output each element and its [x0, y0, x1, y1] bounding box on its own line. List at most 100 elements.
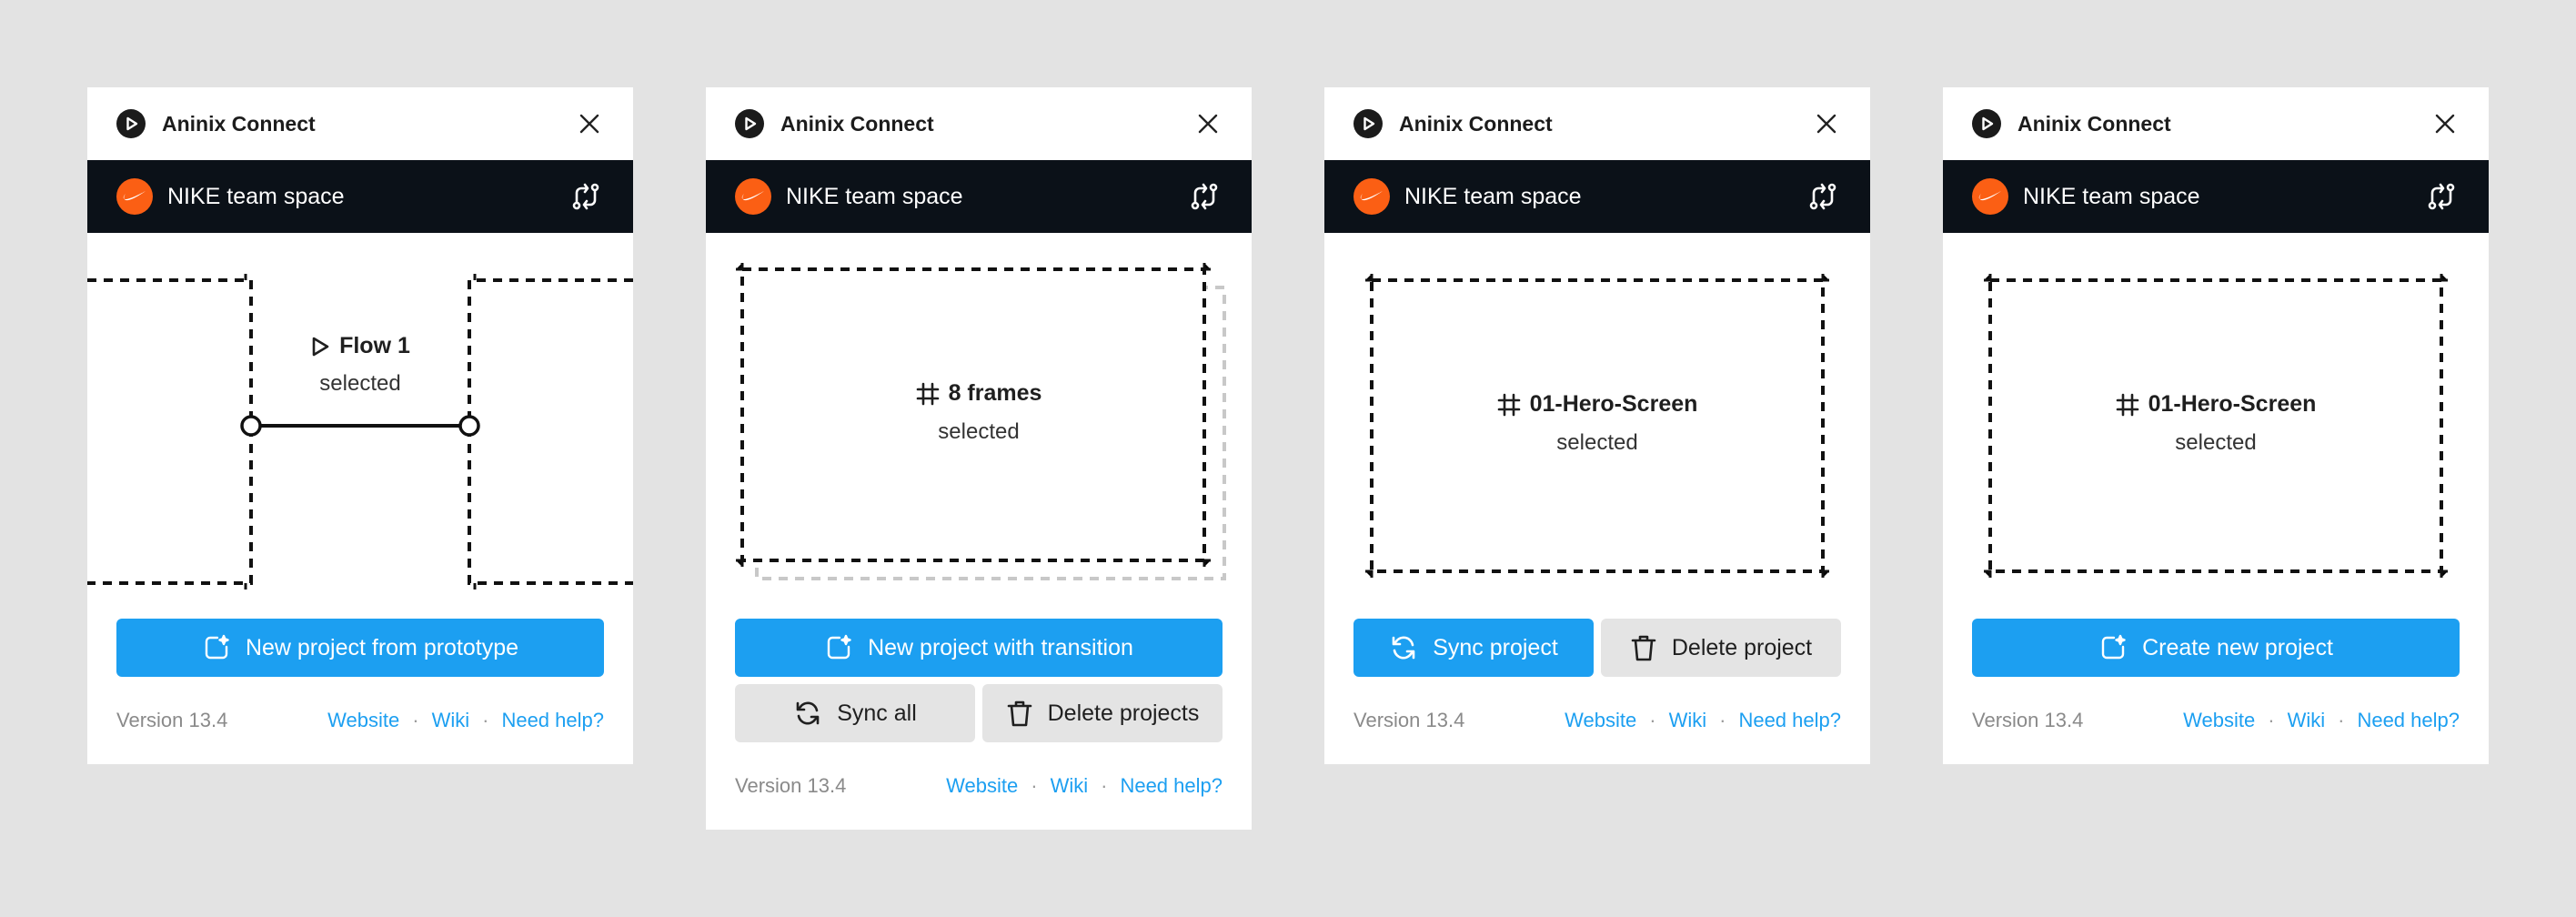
switch-team-button[interactable] — [1805, 178, 1841, 215]
button-label: Sync project — [1433, 634, 1558, 660]
version-label: Version 13.4 — [1972, 709, 2084, 731]
close-icon — [2435, 114, 2455, 134]
title-bar: Aninix Connect — [1324, 87, 1870, 160]
delete-project-button[interactable]: Delete project — [1601, 619, 1841, 677]
button-label: Sync all — [837, 700, 917, 726]
new-project-icon — [2101, 634, 2126, 660]
plugin-panel-flow: Aninix Connect NIKE team space Flow 1 se… — [87, 87, 633, 764]
flow-start-node — [240, 415, 262, 437]
trash-icon — [1007, 700, 1031, 727]
button-label: New project from prototype — [245, 634, 519, 660]
version-label: Version 13.4 — [116, 709, 228, 731]
app-title: Aninix Connect — [162, 111, 316, 136]
plugin-panel-new-project: Aninix Connect NIKE team space 01-Hero-S… — [1943, 87, 2489, 764]
title-bar: Aninix Connect — [1943, 87, 2489, 160]
nike-logo-icon — [116, 178, 153, 215]
nike-logo-icon — [1972, 178, 2008, 215]
selection-status: selected — [1556, 429, 1638, 455]
team-bar: NIKE team space — [1324, 160, 1870, 233]
need-help-link[interactable]: Need help? — [1120, 774, 1223, 798]
separator: · — [1719, 709, 1726, 731]
separator: · — [1101, 774, 1108, 797]
separator: · — [482, 709, 489, 731]
close-button[interactable] — [1193, 109, 1223, 138]
plugin-panel-existing-project: Aninix Connect NIKE team space 01-Hero-S… — [1324, 87, 1870, 764]
team-bar: NIKE team space — [706, 160, 1252, 233]
frame-icon — [916, 382, 939, 405]
title-bar: Aninix Connect — [87, 87, 633, 160]
frame-icon — [2116, 393, 2138, 416]
need-help-link[interactable]: Need help? — [2357, 709, 2460, 732]
wiki-link[interactable]: Wiki — [1669, 709, 1707, 732]
title-bar: Aninix Connect — [706, 87, 1252, 160]
selection-label: Flow 1 selected — [87, 333, 633, 397]
selection-name: 8 frames — [948, 380, 1042, 406]
team-name: NIKE team space — [786, 183, 963, 209]
selection-preview: 01-Hero-Screen selected — [1943, 233, 2489, 597]
sync-all-button[interactable]: Sync all — [735, 684, 975, 742]
selection-name: 01-Hero-Screen — [2148, 391, 2317, 417]
need-help-link[interactable]: Need help? — [1738, 709, 1841, 732]
close-button[interactable] — [1812, 109, 1841, 138]
flow-frames-illustration — [87, 274, 633, 590]
separator: · — [412, 709, 419, 731]
sync-icon — [1392, 636, 1415, 660]
close-button[interactable] — [575, 109, 604, 138]
website-link[interactable]: Website — [946, 774, 1018, 798]
switch-icon — [2428, 183, 2455, 210]
switch-team-button[interactable] — [568, 178, 604, 215]
plugin-panel-multi-frames: Aninix Connect NIKE team space 8 frames — [706, 87, 1252, 830]
nike-logo-icon — [735, 178, 771, 215]
footer: Version 13.4 Website · Wiki · Need help? — [116, 707, 604, 734]
website-link[interactable]: Website — [1565, 709, 1636, 732]
close-icon — [1198, 114, 1218, 134]
button-label: New project with transition — [868, 634, 1133, 660]
selection-label: 01-Hero-Screen selected — [1943, 391, 2489, 456]
team-name: NIKE team space — [1404, 183, 1582, 209]
wiki-link[interactable]: Wiki — [2288, 709, 2326, 732]
close-icon — [1816, 114, 1836, 134]
selection-name: Flow 1 — [339, 333, 410, 358]
sync-icon — [796, 701, 820, 725]
new-project-with-transition-button[interactable]: New project with transition — [735, 619, 1223, 677]
website-link[interactable]: Website — [2183, 709, 2255, 732]
button-label: Delete project — [1671, 634, 1813, 660]
selection-preview: 01-Hero-Screen selected — [1324, 233, 1870, 597]
switch-icon — [1809, 183, 1836, 210]
need-help-link[interactable]: Need help? — [501, 709, 604, 732]
frame-icon — [1497, 393, 1520, 416]
aninix-logo-icon — [116, 109, 146, 138]
switch-team-button[interactable] — [2423, 178, 2460, 215]
footer: Version 13.4 Website · Wiki · Need help? — [735, 772, 1223, 800]
selection-name: 01-Hero-Screen — [1529, 391, 1698, 417]
selection-label: 8 frames selected — [706, 380, 1252, 445]
trash-icon — [1631, 635, 1656, 661]
flow-end-node — [458, 415, 480, 437]
app-title: Aninix Connect — [780, 111, 934, 136]
switch-icon — [572, 183, 599, 210]
selection-status: selected — [2175, 429, 2257, 455]
delete-projects-button[interactable]: Delete projects — [982, 684, 1223, 742]
version-label: Version 13.4 — [1353, 709, 1465, 731]
selection-status: selected — [938, 418, 1020, 444]
team-name: NIKE team space — [167, 183, 345, 209]
sync-project-button[interactable]: Sync project — [1353, 619, 1594, 677]
wiki-link[interactable]: Wiki — [432, 709, 470, 732]
switch-team-button[interactable] — [1186, 178, 1223, 215]
website-link[interactable]: Website — [327, 709, 399, 732]
button-label: Create new project — [2142, 634, 2333, 660]
team-bar: NIKE team space — [87, 160, 633, 233]
switch-icon — [1191, 183, 1218, 210]
create-new-project-button[interactable]: Create new project — [1972, 619, 2460, 677]
selection-status: selected — [319, 370, 401, 396]
selection-preview: 8 frames selected — [706, 233, 1252, 597]
separator: · — [2268, 709, 2275, 731]
aninix-logo-icon — [735, 109, 764, 138]
aninix-logo-icon — [1353, 109, 1383, 138]
close-icon — [579, 114, 599, 134]
close-button[interactable] — [2430, 109, 2460, 138]
wiki-link[interactable]: Wiki — [1051, 774, 1089, 798]
new-project-from-prototype-button[interactable]: New project from prototype — [116, 619, 604, 677]
play-outline-icon — [312, 337, 329, 356]
version-label: Version 13.4 — [735, 774, 847, 797]
